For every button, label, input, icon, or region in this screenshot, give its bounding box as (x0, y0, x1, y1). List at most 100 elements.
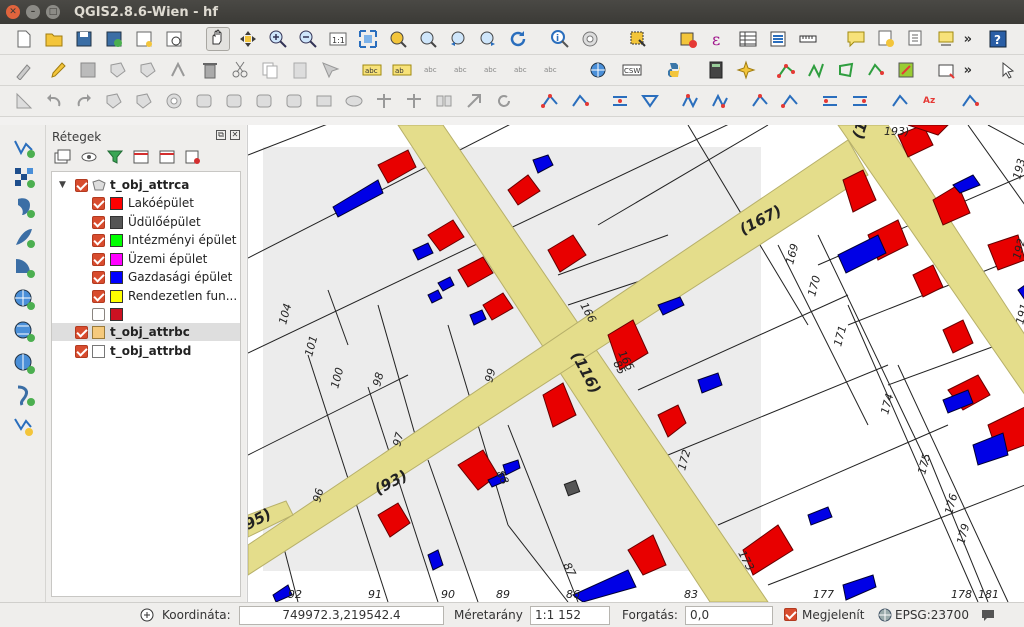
add-part-icon[interactable] (194, 91, 214, 111)
digitize-node-12-icon[interactable] (960, 91, 980, 111)
add-spatialite-layer-icon[interactable] (12, 225, 36, 249)
node-tool-icon[interactable] (168, 60, 188, 80)
new-project-icon[interactable] (14, 29, 34, 49)
rotate-symbols-icon[interactable] (494, 91, 514, 111)
text-annotation-icon[interactable] (936, 29, 956, 49)
layer-visibility-checkbox[interactable] (75, 344, 88, 358)
class-visibility-checkbox[interactable] (92, 196, 105, 210)
split-parts-icon[interactable] (404, 91, 424, 111)
class-visibility-checkbox[interactable] (92, 289, 105, 303)
toolbar-overflow-1[interactable]: » (964, 32, 972, 47)
legend-class-row[interactable]: Üzemi épület (52, 250, 240, 268)
statistics-icon[interactable] (768, 29, 788, 49)
deselect-features-icon[interactable] (678, 29, 698, 49)
digitize-node-10-icon[interactable] (850, 91, 870, 111)
rotation-spinbox[interactable]: 0,0 (685, 606, 773, 625)
topology-polygon-icon[interactable] (836, 60, 856, 80)
topology-check-icon[interactable] (866, 60, 886, 80)
undock-panel-button[interactable]: ⧉ (216, 130, 226, 140)
coordinate-field[interactable]: 749972.3,219542.4 (239, 606, 444, 625)
digitize-node-11-icon[interactable] (890, 91, 910, 111)
collapse-all-icon[interactable] (158, 149, 176, 165)
add-group-icon[interactable] (54, 149, 72, 165)
identify-features-icon[interactable]: i (550, 29, 570, 49)
delete-part-icon[interactable] (284, 91, 304, 111)
add-feature-icon[interactable] (108, 60, 128, 80)
save-project-icon[interactable] (74, 29, 94, 49)
map-tips-icon[interactable] (846, 29, 866, 49)
delete-selected-icon[interactable] (200, 60, 220, 80)
legend-class-row[interactable]: Gazdasági épület (52, 268, 240, 286)
geometry-checker-icon[interactable] (896, 60, 916, 80)
map-canvas[interactable]: (116) (167) (187) (93) 95) 104 101 100 9… (247, 125, 1024, 602)
reshape-icon[interactable] (314, 91, 334, 111)
legend-class-row[interactable]: Intézményi épület (52, 231, 240, 249)
close-panel-button[interactable]: ✕ (230, 130, 240, 140)
toggle-editing-icon[interactable] (48, 60, 68, 80)
copy-features-icon[interactable] (260, 60, 280, 80)
collapse-arrow-icon[interactable]: ▼ (59, 180, 66, 190)
run-feature-action-icon[interactable] (580, 29, 600, 49)
zoom-last-icon[interactable] (448, 29, 468, 49)
coordinate-toggle-icon[interactable] (140, 608, 154, 625)
add-wfs-layer-icon[interactable] (12, 351, 36, 375)
digitize-node-3-icon[interactable] (610, 91, 630, 111)
minimize-window-button[interactable]: – (26, 5, 40, 19)
digitize-node-4-icon[interactable] (640, 91, 660, 111)
crs-globe-icon[interactable] (878, 608, 892, 625)
current-edits-icon[interactable] (14, 60, 34, 81)
layer-visibility-checkbox[interactable] (75, 325, 88, 339)
digitize-node-1-icon[interactable] (540, 91, 560, 111)
pan-map-icon[interactable] (206, 27, 230, 51)
web-globe-icon[interactable] (588, 60, 608, 80)
map-svg[interactable]: (116) (167) (187) (93) 95) 104 101 100 9… (248, 125, 1024, 602)
pan-to-selection-icon[interactable] (238, 29, 258, 49)
redo-icon[interactable] (74, 91, 94, 111)
plugin-sparkle-icon[interactable] (736, 60, 756, 80)
select-features-icon[interactable] (628, 29, 648, 49)
digitize-node-8-icon[interactable] (780, 91, 800, 111)
messages-icon[interactable] (980, 608, 996, 625)
fill-ring-icon[interactable] (224, 91, 244, 111)
maximize-window-button[interactable]: □ (46, 5, 60, 19)
zoom-actual-size-icon[interactable]: 1:1 (328, 29, 348, 49)
split-features-icon[interactable] (374, 91, 394, 111)
topology-nodes-icon[interactable] (776, 60, 796, 80)
new-print-composer-icon[interactable] (134, 29, 154, 49)
csw-icon[interactable]: CSW (622, 60, 642, 80)
zoom-next-icon[interactable] (478, 29, 498, 49)
composer-manager-icon[interactable] (164, 29, 184, 49)
expand-all-icon[interactable] (132, 149, 150, 165)
label-abc-icon[interactable]: abc (362, 60, 382, 80)
measure-line-icon[interactable] (798, 29, 818, 49)
delete-ring-icon[interactable] (254, 91, 274, 111)
add-wcs-layer-icon[interactable] (12, 319, 36, 343)
pointer-icon[interactable] (998, 60, 1018, 80)
add-postgis-layer-icon[interactable] (12, 195, 36, 219)
layer-row-t-obj-attrca[interactable]: ▼ t_obj_attrca (52, 176, 240, 194)
manage-visibility-icon[interactable] (80, 149, 98, 165)
class-visibility-checkbox[interactable] (92, 215, 105, 229)
add-vector-layer-icon[interactable] (12, 135, 36, 159)
digitize-node-6-icon[interactable] (710, 91, 730, 111)
new-shapefile-icon[interactable] (12, 413, 36, 437)
undo-icon[interactable] (44, 91, 64, 111)
zoom-full-icon[interactable] (358, 29, 378, 49)
class-visibility-checkbox[interactable] (92, 233, 105, 247)
layer-visibility-checkbox[interactable] (75, 178, 88, 192)
digitize-node-7-icon[interactable] (750, 91, 770, 111)
offset-curve-icon[interactable] (344, 91, 364, 111)
digitize-text-icon[interactable]: Az (920, 91, 940, 111)
zoom-in-icon[interactable] (268, 29, 288, 49)
scale-combobox[interactable]: 1:1 152 (530, 606, 610, 625)
digitize-node-9-icon[interactable] (820, 91, 840, 111)
field-calculator-icon[interactable]: ε (708, 29, 728, 49)
zoom-to-layer-icon[interactable] (418, 29, 438, 49)
close-window-button[interactable]: ✕ (6, 5, 20, 19)
class-visibility-checkbox[interactable] (92, 270, 105, 284)
new-bookmark-icon[interactable] (876, 29, 896, 49)
add-wms-layer-icon[interactable] (12, 287, 36, 311)
save-layer-edits-icon[interactable] (78, 60, 98, 80)
render-checkbox[interactable] (784, 608, 797, 621)
toolbar-overflow-2[interactable]: » (964, 63, 972, 78)
